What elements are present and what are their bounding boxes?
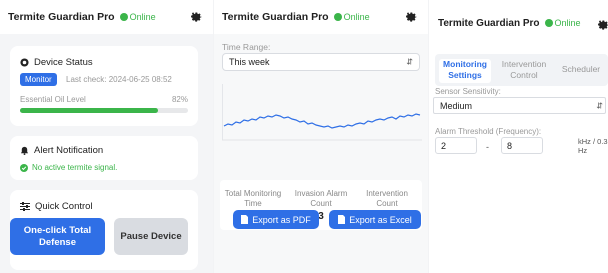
pause-device-button[interactable]: Pause Device [114, 218, 188, 255]
gear-icon[interactable] [404, 9, 418, 23]
alarm-threshold-label: Alarm Threshold (Frequency): [435, 127, 542, 136]
report-panel: Termite Guardian Pro Online Time Range: … [214, 0, 428, 273]
top-bar: Termite Guardian Pro Online [429, 0, 608, 46]
device-status-title-text: Device Status [34, 57, 93, 68]
select-arrows-icon: ⇵ [596, 101, 603, 110]
stat-invasion-count-label: Invasion Alarm Count [294, 189, 348, 208]
threshold-separator: - [486, 142, 489, 152]
device-status-title: Device Status [20, 57, 93, 68]
stat-intervention-count-label: Intervention Count [366, 189, 408, 208]
oil-level-label: Essential Oil Level [20, 95, 86, 104]
quick-control-title: Quick Control [20, 201, 93, 212]
oil-level-value: 82% [171, 95, 188, 104]
export-pdf-label: Export as PDF [252, 214, 311, 225]
top-bar: Termite Guardian Pro Online [214, 0, 428, 34]
oil-level-bar [20, 108, 188, 113]
check-circle-icon [20, 163, 28, 172]
tab-bar: Monitoring Settings Intervention Control… [435, 54, 608, 86]
threshold-min-input[interactable]: 2 [435, 137, 477, 154]
online-status: Online [333, 12, 370, 22]
online-dot-icon [119, 13, 128, 21]
sliders-icon [20, 202, 30, 211]
select-arrows-icon: ⇵ [406, 57, 413, 67]
time-range-select[interactable]: This week ⇵ [222, 53, 420, 71]
alert-title: Alert Notification [20, 145, 103, 156]
bell-icon [20, 146, 29, 155]
trend-line [223, 113, 421, 129]
online-dot-icon [333, 13, 342, 21]
quick-control-card: Quick Control One-click Total Defense Pa… [10, 190, 198, 270]
file-excel-icon [338, 215, 346, 224]
sensor-sensitivity-label: Sensor Sensitivity: [435, 87, 501, 96]
tab-monitoring-settings[interactable]: Monitoring Settings [439, 59, 491, 83]
alert-card: Alert Notification No active termite sig… [10, 136, 198, 180]
sensor-sensitivity-value: Medium [440, 100, 473, 111]
alert-message: No active termite signal. [20, 163, 117, 172]
trend-chart [222, 84, 422, 141]
time-range-label: Time Range: [222, 42, 271, 52]
oil-level-bar-fill [20, 108, 158, 113]
gear-icon[interactable] [189, 9, 203, 23]
export-excel-label: Export as Excel [349, 214, 412, 225]
online-status-label: Online [129, 12, 156, 22]
stat-monitoring-time-label: Total Monitoring Time [224, 189, 282, 208]
app-title: Termite Guardian Pro [8, 11, 115, 23]
quick-control-title-text: Quick Control [35, 201, 93, 212]
dashboard-panel: Termite Guardian Pro Online Device Statu… [0, 0, 213, 273]
online-dot-icon [544, 19, 553, 27]
monitor-badge: Monitor [20, 73, 57, 86]
app-title: Termite Guardian Pro [438, 17, 540, 29]
device-status-card: Device Status Monitor Last check: 2024-0… [10, 46, 198, 126]
alert-message-text: No active termite signal. [32, 163, 118, 172]
threshold-max-input[interactable]: 8 [501, 137, 543, 154]
sensor-sensitivity-select[interactable]: Medium ⇵ [433, 97, 606, 114]
tab-intervention-control[interactable]: Intervention Control [497, 59, 551, 81]
time-range-value: This week [229, 57, 270, 67]
last-check-text: Last check: 2024-06-25 08:52 [66, 75, 172, 84]
total-defense-button[interactable]: One-click Total Defense [10, 218, 105, 255]
file-pdf-icon [241, 215, 249, 224]
gear-icon[interactable] [596, 17, 608, 31]
tab-scheduler[interactable]: Scheduler [557, 64, 605, 75]
export-pdf-button[interactable]: Export as PDF [233, 210, 319, 229]
settings-panel: Termite Guardian Pro Online Monitoring S… [429, 0, 608, 273]
threshold-unit: kHz / 0.3 Hz [578, 137, 608, 155]
alert-title-text: Alert Notification [34, 145, 104, 156]
device-status-icon [20, 58, 29, 67]
online-status-label: Online [554, 18, 581, 28]
export-excel-button[interactable]: Export as Excel [329, 210, 421, 229]
top-bar: Termite Guardian Pro Online [0, 0, 213, 34]
online-status-label: Online [343, 12, 370, 22]
app-title: Termite Guardian Pro [222, 11, 329, 23]
online-status: Online [119, 12, 156, 22]
online-status: Online [544, 18, 581, 28]
